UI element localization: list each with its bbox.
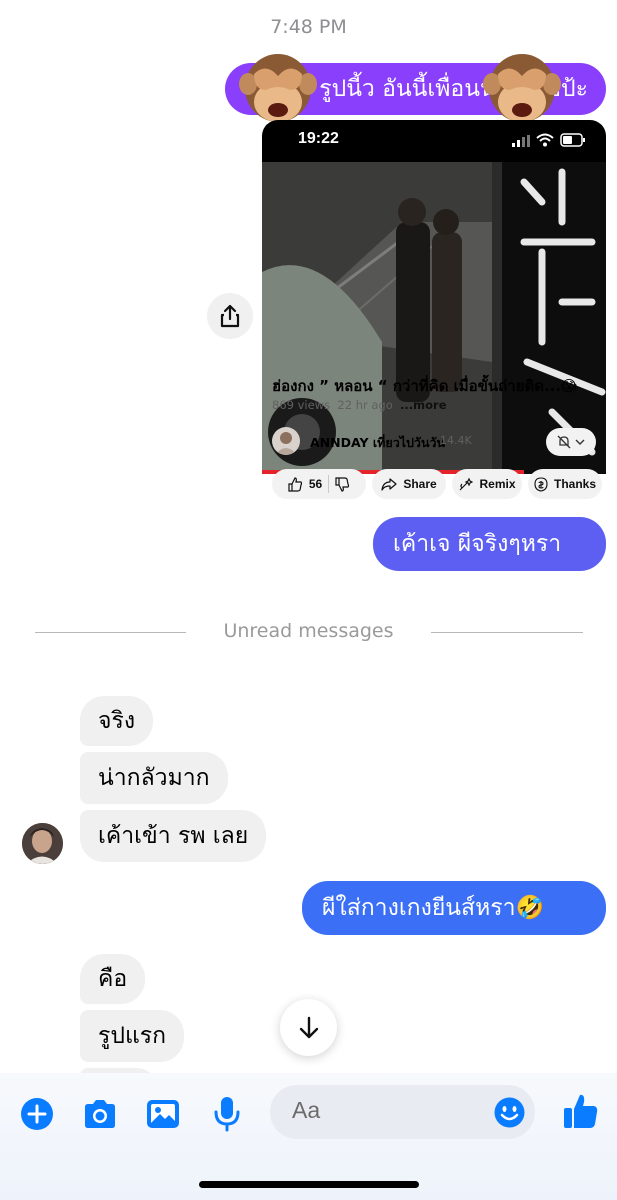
incoming-message[interactable]: จริง [80, 696, 154, 746]
remix-icon [460, 477, 474, 490]
home-indicator [199, 1181, 419, 1188]
like-count: 56 [308, 477, 323, 491]
scroll-to-bottom-button[interactable] [280, 999, 337, 1056]
message-text: คือ [98, 966, 128, 992]
notification-bell [546, 428, 596, 456]
channel-avatar [272, 427, 300, 455]
message-input-placeholder: Aa [292, 1097, 321, 1123]
camera-icon [85, 1100, 115, 1128]
phone-status-bar: 19:22 [262, 120, 606, 162]
chevron-down-icon [575, 439, 585, 445]
bell-off-icon [557, 435, 571, 449]
image-icon [147, 1100, 179, 1128]
like-button[interactable] [561, 1091, 601, 1131]
remix-pill: Remix [452, 469, 522, 499]
incoming-message[interactable]: รูปแรก [80, 1010, 185, 1062]
message-text: เค้าเข้า รพ เลย [98, 823, 249, 849]
video-thumbnail [262, 162, 606, 474]
share-pill: Share [372, 469, 446, 499]
voice-button[interactable] [207, 1094, 247, 1134]
share-label: Share [403, 477, 437, 491]
plus-icon [21, 1098, 53, 1130]
signal-icon [512, 135, 530, 147]
gallery-button[interactable] [143, 1094, 183, 1134]
phone-time: 19:22 [298, 130, 339, 147]
message-timestamp: 7:48 PM [270, 16, 347, 38]
thumbs-down-icon [335, 476, 350, 492]
more-link: ...more [400, 398, 447, 412]
video-age: 22 hr ago [337, 398, 393, 412]
divider-line-right [431, 632, 583, 633]
camera-button[interactable] [80, 1094, 120, 1134]
incoming-message[interactable]: น่ากลัวมาก [80, 752, 228, 804]
emoji-icon[interactable] [494, 1097, 525, 1128]
thanks-pill: Thanks [528, 469, 602, 499]
message-text: จริง [98, 708, 136, 734]
share-button[interactable] [207, 293, 253, 339]
see-no-evil-monkey-icon [239, 54, 317, 122]
share-icon [220, 304, 240, 328]
outgoing-message[interactable]: เค้าเจ ผีจริงๆหรา [373, 517, 606, 571]
message-text: น่ากลัวมาก [98, 765, 210, 791]
video-title: ฮ่องกง ” หลอน “ กว่าที่คิด เมื่อขั้นถ่าย… [272, 377, 577, 395]
arrow-down-icon [299, 1016, 318, 1038]
thumbs-up-icon [564, 1094, 598, 1128]
thumbs-up-icon [288, 476, 302, 492]
remix-label: Remix [479, 477, 516, 491]
plus-button[interactable] [17, 1094, 57, 1134]
like-dislike-pill: 56 [272, 469, 366, 499]
message-text: รูปแรก [98, 1023, 167, 1049]
incoming-message[interactable]: คือ [80, 954, 146, 1004]
incoming-message[interactable]: เค้าเข้า รพ เลย [80, 810, 267, 862]
channel-name: ANNDAY เที่ยวไปวันวัน [310, 435, 446, 450]
view-count: 869 views [272, 398, 331, 412]
contact-avatar[interactable] [22, 823, 63, 864]
unread-divider-label: Unread messages [223, 620, 394, 642]
battery-icon [560, 133, 585, 147]
see-no-evil-monkey-icon [483, 54, 561, 122]
outgoing-message[interactable]: ผีใส่กางเกงยีนส์หรา🤣 [302, 881, 606, 935]
thanks-label: Thanks [553, 477, 596, 491]
microphone-icon [214, 1097, 240, 1132]
message-text: เค้าเจ ผีจริงๆหรา [393, 531, 562, 557]
wifi-icon [536, 133, 554, 147]
video-meta: 869 views 22 hr ago ...more [272, 398, 447, 412]
share-arrow-icon [381, 477, 397, 491]
thanks-icon [534, 476, 548, 492]
message-text: ผีใส่กางเกงยีนส์หรา🤣 [322, 895, 545, 921]
subscriber-count: 14.4K [440, 434, 472, 447]
message-input[interactable]: Aa [270, 1085, 535, 1139]
